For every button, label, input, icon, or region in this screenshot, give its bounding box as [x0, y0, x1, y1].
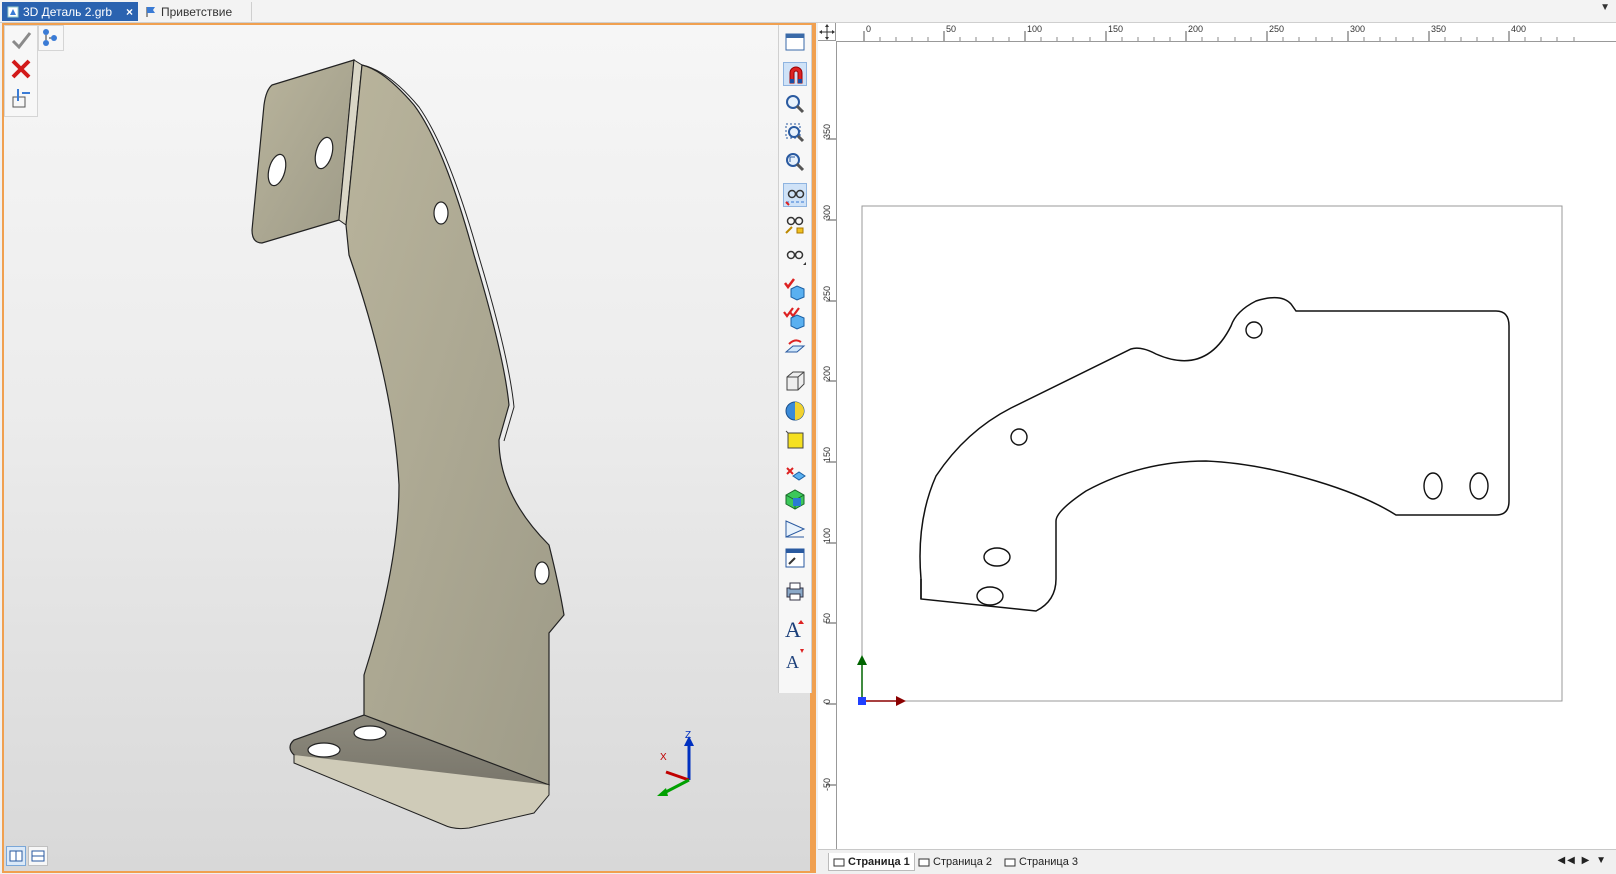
- ruler-label: 300: [1350, 24, 1366, 34]
- 3d-viewport[interactable]: Z X: [2, 23, 812, 873]
- axis-triad: Z X: [657, 730, 694, 796]
- 2d-drawing-view[interactable]: 0 50 100 150 200 250 300 350 400 350 300…: [818, 23, 1616, 874]
- text-size-up-icon[interactable]: A: [783, 616, 807, 642]
- ruler-label: -50: [822, 777, 832, 791]
- ruler-label: 100: [822, 527, 832, 543]
- green-cube-icon[interactable]: [783, 487, 807, 511]
- text-size-down-icon[interactable]: A: [783, 647, 807, 672]
- shading-sphere-icon[interactable]: [783, 399, 807, 423]
- tab-label: 3D Деталь 2.grb: [23, 4, 113, 19]
- svg-text:A: A: [785, 617, 801, 640]
- wireframe-cube-icon[interactable]: [783, 369, 807, 393]
- tab-label: Приветствие: [161, 4, 233, 19]
- ruler-corner-move-icon[interactable]: [818, 23, 836, 41]
- flat-pattern-drawing: [857, 205, 1563, 706]
- page-tab-1[interactable]: Страница 1: [828, 853, 915, 871]
- ruler-label: 0: [866, 24, 872, 34]
- view-glasses-edit-icon[interactable]: [783, 213, 807, 237]
- ruler-label: 300: [822, 204, 832, 220]
- projection-icon[interactable]: [783, 517, 807, 541]
- view-properties-icon[interactable]: [783, 546, 807, 570]
- flag-icon: [145, 6, 157, 18]
- page-navigation-icon[interactable]: ◀◀ ▶ ▼: [1557, 855, 1608, 866]
- page-tab-3[interactable]: Страница 3: [1000, 853, 1082, 871]
- ruler-label: 50: [822, 612, 832, 623]
- printer-icon[interactable]: [783, 579, 807, 603]
- command-panel: [4, 25, 38, 117]
- yellow-square-icon[interactable]: [783, 428, 807, 452]
- tabs-dropdown-icon[interactable]: ▼: [1600, 2, 1610, 13]
- tab-welcome[interactable]: Приветствие: [140, 2, 252, 21]
- page-tab-2[interactable]: Страница 2: [914, 853, 996, 871]
- layout-buttons: [6, 846, 48, 868]
- zoom-window-icon[interactable]: [783, 121, 807, 145]
- ruler-label: 350: [1431, 24, 1447, 34]
- zoom-all-icon[interactable]: [783, 150, 807, 174]
- check-cubes-icon[interactable]: [783, 306, 807, 330]
- split-vertical-icon[interactable]: [6, 846, 26, 866]
- apply-icon[interactable]: [9, 28, 33, 52]
- page-tab-label: Страница 1: [848, 855, 910, 868]
- tab-3d-detail[interactable]: 3D Деталь 2.grb ×: [2, 2, 138, 21]
- document-3d-icon: [7, 6, 19, 18]
- zoom-icon[interactable]: [783, 92, 807, 116]
- ruler-label: 250: [822, 285, 832, 301]
- cancel-icon[interactable]: [9, 57, 33, 81]
- page-tab-bar: Страница 1 Страница 2 Страница 3 ◀◀ ▶ ▼: [818, 849, 1616, 874]
- vertical-toolbar: A A: [778, 25, 812, 693]
- page-tab-label: Страница 2: [933, 856, 993, 868]
- magnet-snap-icon[interactable]: [783, 62, 807, 86]
- page-icon: [1004, 858, 1016, 867]
- view-splitter[interactable]: [812, 23, 816, 873]
- split-horizontal-icon[interactable]: [28, 846, 48, 866]
- ruler-label: 50: [946, 24, 957, 34]
- ruler-label: 200: [822, 365, 832, 381]
- horizontal-ruler: 0 50 100 150 200 250 300 350 400: [836, 23, 1616, 42]
- ruler-label: 150: [822, 446, 832, 462]
- ruler-label: 150: [1108, 24, 1124, 34]
- check-cube-icon[interactable]: [783, 277, 807, 301]
- page-tab-label: Страница 3: [1019, 856, 1079, 868]
- page-icon: [833, 858, 845, 866]
- plane-rotate-icon[interactable]: [783, 336, 807, 360]
- ruler-label: 0: [822, 698, 832, 704]
- view-glasses-options-icon[interactable]: [783, 243, 807, 267]
- vertical-ruler: 350 300 250 200 150 100 50 0 -50: [818, 41, 837, 849]
- x-axis-label: X: [660, 752, 667, 763]
- close-tab-icon[interactable]: ×: [126, 5, 133, 19]
- ruler-label: 350: [822, 123, 832, 139]
- ruler-label: 400: [1511, 24, 1527, 34]
- page-icon: [918, 858, 930, 867]
- page-frame: [861, 205, 1563, 702]
- svg-text:A: A: [786, 652, 799, 671]
- ruler-label: 200: [1188, 24, 1204, 34]
- window-layout-icon[interactable]: [783, 30, 807, 54]
- model-tree-icon[interactable]: [38, 25, 64, 51]
- section-plane-icon[interactable]: [783, 458, 807, 482]
- ruler-label: 100: [1027, 24, 1043, 34]
- ruler-label: 250: [1269, 24, 1285, 34]
- sheet-options-icon[interactable]: [9, 86, 33, 110]
- z-axis-label: Z: [685, 730, 691, 741]
- document-tab-bar: 3D Деталь 2.grb × Приветствие ▼: [0, 0, 1616, 23]
- view-glasses-icon[interactable]: [783, 183, 807, 207]
